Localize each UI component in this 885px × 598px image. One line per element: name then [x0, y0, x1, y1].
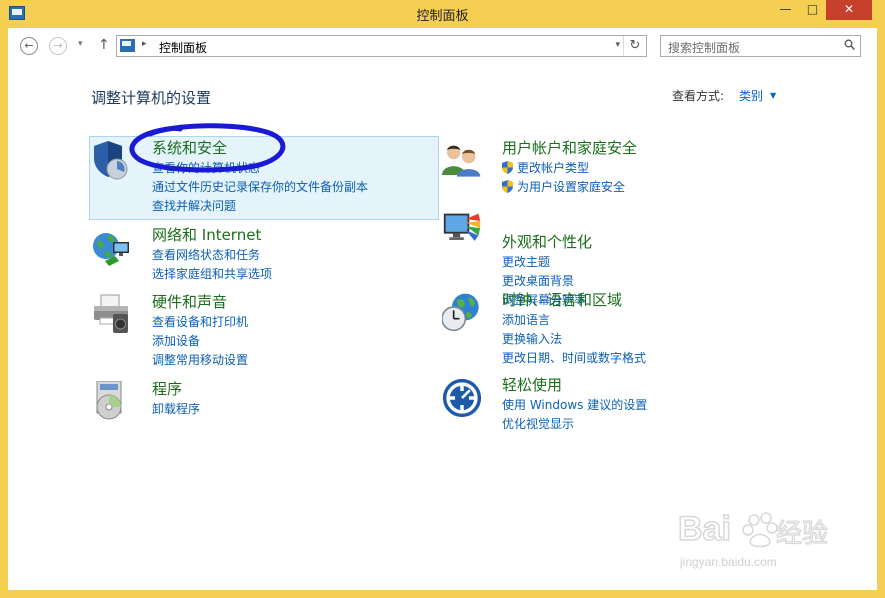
address-bar[interactable]: ▸ 控制面板 ▾ ↻ — [116, 35, 647, 57]
recent-locations-dropdown[interactable]: ▾ — [78, 39, 83, 49]
link-troubleshoot[interactable]: 查找并解决问题 — [152, 197, 236, 214]
link-family-safety[interactable]: 为用户设置家庭安全 — [502, 178, 625, 195]
svg-text:Bai: Bai — [678, 510, 731, 548]
link-add-device[interactable]: 添加设备 — [152, 332, 200, 349]
link-optimize-visual-display[interactable]: 优化视觉显示 — [502, 415, 574, 432]
breadcrumb[interactable]: 控制面板 — [159, 39, 207, 56]
chevron-down-icon[interactable]: ▼ — [770, 91, 776, 100]
category-title[interactable]: 程序 — [152, 378, 182, 399]
up-button[interactable]: ↑ — [98, 37, 110, 53]
window-title: 控制面板 — [416, 9, 469, 24]
link-date-time-format[interactable]: 更改日期、时间或数字格式 — [502, 349, 646, 366]
category-title[interactable]: 外观和个性化 — [502, 231, 592, 252]
search-input[interactable]: 搜索控制面板 — [660, 35, 861, 57]
link-uninstall-program[interactable]: 卸载程序 — [152, 400, 200, 417]
network-globe-icon[interactable] — [91, 228, 131, 268]
annotation-circle — [129, 123, 286, 173]
link-label: 更改帐户类型 — [517, 161, 590, 175]
uac-shield-icon — [502, 180, 513, 193]
programs-icon[interactable] — [91, 381, 131, 421]
baidu-jingyan-watermark-logo: Bai 经验 — [677, 509, 828, 549]
back-button[interactable]: ← — [20, 37, 38, 55]
svg-text:经验: 经验 — [776, 519, 828, 549]
address-dropdown[interactable]: ▾ — [615, 40, 620, 50]
link-devices-printers[interactable]: 查看设备和打印机 — [152, 313, 248, 330]
view-by-select[interactable]: 类别 — [739, 87, 763, 104]
category-title[interactable]: 时钟、语言和区域 — [502, 289, 622, 310]
navigation-bar: ← → ▾ ↑ ▸ 控制面板 ▾ ↻ 搜索控制面板 — [8, 28, 877, 66]
maximize-button[interactable]: □ — [799, 0, 826, 20]
control-panel-window: 控制面板 — □ ✕ ← → ▾ ↑ ▸ 控制面板 ▾ ↻ 搜索控制面板 调整计… — [0, 0, 885, 598]
ease-of-access-icon[interactable] — [442, 378, 482, 418]
page-title: 调整计算机的设置 — [91, 89, 212, 107]
title-bar[interactable]: 控制面板 — □ ✕ — [0, 0, 885, 28]
appearance-monitor-icon[interactable] — [442, 210, 482, 250]
link-file-history-backup[interactable]: 通过文件历史记录保存你的文件备份副本 — [152, 178, 368, 195]
refresh-button[interactable]: ↻ — [623, 36, 646, 56]
forward-button[interactable]: → — [49, 37, 67, 55]
link-mobility-settings[interactable]: 调整常用移动设置 — [152, 351, 248, 368]
link-label: 为用户设置家庭安全 — [517, 180, 626, 194]
link-add-language[interactable]: 添加语言 — [502, 311, 550, 328]
watermark-url: jingyan.baidu.com — [680, 555, 777, 569]
link-change-input-method[interactable]: 更换输入法 — [502, 330, 562, 347]
category-title[interactable]: 硬件和声音 — [152, 291, 227, 312]
link-homegroup-sharing[interactable]: 选择家庭组和共享选项 — [152, 265, 272, 282]
search-placeholder: 搜索控制面板 — [668, 41, 741, 55]
view-by-label: 查看方式: — [672, 89, 725, 103]
category-title[interactable]: 网络和 Internet — [152, 224, 261, 245]
link-network-status[interactable]: 查看网络状态和任务 — [152, 246, 260, 263]
search-icon[interactable] — [844, 39, 855, 50]
link-recommended-settings[interactable]: 使用 Windows 建议的设置 — [502, 396, 647, 413]
control-panel-icon — [120, 39, 135, 52]
category-title[interactable]: 轻松使用 — [502, 374, 562, 395]
breadcrumb-chevron-icon[interactable]: ▸ — [142, 39, 147, 49]
link-change-account-type[interactable]: 更改帐户类型 — [502, 159, 589, 176]
link-change-theme[interactable]: 更改主题 — [502, 253, 550, 270]
users-icon[interactable] — [442, 140, 482, 180]
client-area: ← → ▾ ↑ ▸ 控制面板 ▾ ↻ 搜索控制面板 调整计算机的设置 查看方式:… — [8, 28, 877, 590]
window-bottom-border — [8, 590, 877, 598]
close-button[interactable]: ✕ — [826, 0, 872, 20]
clock-globe-icon[interactable] — [442, 292, 482, 332]
printer-icon[interactable] — [91, 294, 131, 334]
category-title[interactable]: 用户帐户和家庭安全 — [502, 137, 637, 158]
minimize-button[interactable]: — — [772, 0, 799, 20]
link-desktop-background[interactable]: 更改桌面背景 — [502, 272, 574, 289]
uac-shield-icon — [502, 161, 513, 174]
